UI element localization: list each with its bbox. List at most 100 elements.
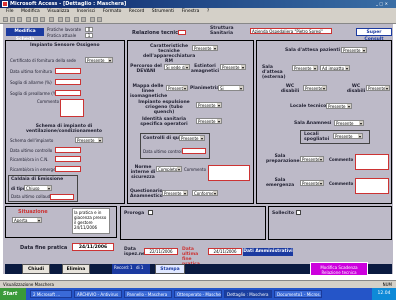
caratteristiche-select[interactable]: Presente [192,45,218,51]
commento-left-label: Commento [37,99,60,104]
paste-icon[interactable] [40,17,45,22]
data-ultima-fornitura-input[interactable] [55,68,81,74]
save-icon[interactable] [3,17,8,22]
commento-emerg-label: Commento [329,181,354,186]
questionario-conformita-select[interactable]: Conforme [192,190,218,196]
access-app-icon [2,1,8,7]
data-ultima-fine-input[interactable]: 24/11/2006 [208,248,242,255]
menu-modifica[interactable]: Modifica [21,9,40,14]
delete-record-icon[interactable] [97,17,102,22]
commento-prep-input[interactable] [355,154,389,170]
find-icon[interactable] [81,17,86,22]
menu-visualizza[interactable]: Visualizza [47,9,69,14]
copy-icon[interactable] [33,17,38,22]
menu-strumenti[interactable]: Strumenti [152,9,174,14]
percorso-label: Percorso del DEVANI [130,64,162,74]
certificato-select[interactable]: Presente [85,57,113,63]
taskbar-task-dettaglio[interactable]: Dettaglio : Maschera [224,290,272,298]
super-consult-button[interactable]: Super Consult [356,28,392,42]
situazione-label: Situazione [18,209,48,215]
menu-finestra[interactable]: Finestra [182,9,200,14]
taskbar-task-access[interactable]: 2 Microsoft ... [30,290,72,298]
schema-select[interactable]: Presente [75,137,103,143]
data-fine-pratica-input[interactable]: 24/11/2006 [72,243,114,251]
window-title: Microsoft Access - [Dettaglio : Maschera… [10,1,127,7]
preview-icon[interactable] [17,17,22,22]
proroga-checkbox[interactable] [148,210,153,215]
data-ispezione-input[interactable]: 22/11/2006 [144,248,178,255]
situazione-note[interactable]: la pratica e in giacenza presso il gesto… [72,208,110,234]
questionario-select[interactable]: Presente [162,190,188,196]
estintori-label: Estintori amagnetici [190,64,220,74]
ricambi-emergenza-input[interactable] [55,166,81,172]
cut-icon[interactable] [26,17,31,22]
sala-esterna-select[interactable]: Presente [292,65,318,71]
status-left: Visualizzazione Maschera [3,282,54,287]
soglia-errore-label: Soglia di preallarme (%) [10,91,59,96]
percorso-select[interactable]: Si vede da [164,64,190,70]
identita-sanitaria-select[interactable]: Presente [196,118,222,124]
wc-disabili-2-select[interactable]: Presente [366,85,390,91]
new-record-icon[interactable] [90,17,95,22]
menu-inserisci[interactable]: Inserisci [77,9,95,14]
taskbar-task-ottenperato[interactable]: Ottenperato - Maschera [174,290,222,298]
soglia-errore-input[interactable] [55,90,81,96]
chiudi-button[interactable]: Chiudi [22,264,50,274]
di-tipo-select[interactable]: Chiuso [24,185,52,191]
relazione-tecnica-title: Relazione tecnica [132,30,182,36]
record-current[interactable]: 1 [130,265,133,270]
stampa-button[interactable]: Stampa [155,264,185,274]
sala-preparazione-select[interactable]: Presente [300,156,324,162]
dati-amministrativi-button[interactable]: Dati Amministrativi [243,248,293,256]
soglia-allarme-input[interactable] [55,79,81,85]
filter-icon[interactable] [74,17,79,22]
data-ultimo-controllo-left-input[interactable] [55,147,81,153]
print-icon[interactable] [10,17,15,22]
window-controls[interactable]: _ □ ✕ [376,1,394,7]
sollecito-checkbox[interactable] [296,210,301,215]
taskbar-task-archivio[interactable]: ARCHIVIO - Antivirus [74,290,122,298]
sala-esterna-impatto-select[interactable]: Ad impatto RM [320,65,350,71]
sala-emergenza-select[interactable]: Presente [300,180,324,186]
norme-select[interactable]: Completo [156,166,182,172]
modifica-scadenza-button[interactable]: Modifica Scadenza Relazione tecnica [310,262,368,276]
impianto-espulsione-select[interactable]: Presente [196,102,222,108]
locali-spogliatoi-select[interactable]: Presente [333,133,363,139]
situazione-select[interactable]: Aperta [12,217,42,223]
start-button[interactable]: Start [0,288,26,300]
sala-attesa-select[interactable]: Presente [341,47,367,53]
soglia-allarme-label: Soglia di allarme (%) [10,80,52,85]
impianto-sensore-title: Impianto Sensore Ossigeno [30,43,100,48]
taskbar-task-documento[interactable]: Documento1 - Micros... [274,290,322,298]
commento-left-input[interactable] [60,99,84,117]
estintori-select[interactable]: Presente [220,64,246,70]
struttura-sanitaria-value[interactable]: Azienda Ospedaliera "Pietro Soresi" [250,28,332,34]
commento-mid-input[interactable] [208,165,250,181]
commento-emerg-input[interactable] [355,178,389,194]
locale-tecnico-select[interactable]: Presente [326,103,352,109]
menu-record[interactable]: Record [129,9,145,14]
elimina-button[interactable]: Elimina [62,264,90,274]
controlli-select[interactable]: Presente [179,135,205,141]
locale-tecnico-label: Locale tecnico [290,104,327,109]
ricambi-ora-input[interactable] [55,156,81,162]
menu-formato[interactable]: Formato [103,9,122,14]
menu-file[interactable]: File [6,9,14,14]
data-ultimo-collaudo-input[interactable] [50,194,74,200]
wc-disabili-select[interactable]: Presente [303,85,327,91]
struttura-sanitaria-label: Struttura Sanitaria [210,26,234,36]
pratiche-lavorate-label: Pratiche lavorate [47,27,82,32]
planimetria-select[interactable]: Si [218,85,244,91]
modifica-scheda-button[interactable]: Modifica Scheda [6,28,44,42]
menu-help[interactable]: ? [207,9,209,14]
undo-icon[interactable] [49,17,54,22]
data-ultimo-collaudo-label: Data ultimo collaudo [11,194,53,199]
relazione-tecnica-field[interactable] [178,30,186,35]
sort-asc-icon[interactable] [58,17,63,22]
sort-desc-icon[interactable] [65,17,70,22]
sala-anamnesi-select[interactable]: Presente [334,120,364,126]
mappa-select[interactable]: Presente [166,85,188,91]
record-label: Record: [114,265,130,270]
data-ultimo-controllo-mid-input[interactable] [182,148,206,154]
taskbar-task-pannello[interactable]: Pannello - Maschera [124,290,172,298]
